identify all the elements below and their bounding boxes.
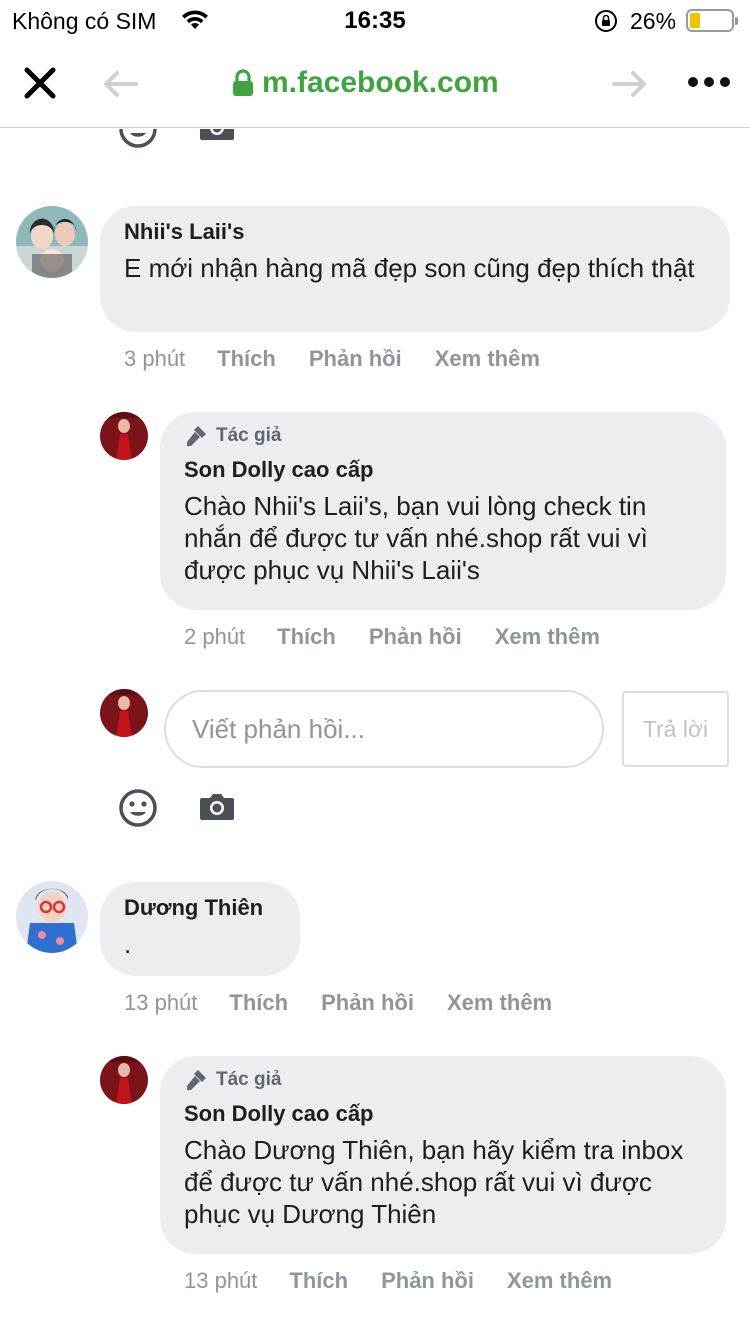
reply-text: Chào Dương Thiên, bạn hãy kiểm tra inbox… bbox=[184, 1135, 684, 1229]
camera-icon[interactable] bbox=[198, 129, 236, 142]
comment-time[interactable]: 13 phút bbox=[124, 990, 197, 1016]
forward-arrow-icon[interactable] bbox=[612, 70, 648, 98]
reply-author[interactable]: Son Dolly cao cấp bbox=[184, 456, 702, 484]
back-arrow-icon[interactable] bbox=[102, 70, 138, 98]
address-bar[interactable]: m.facebook.com bbox=[232, 66, 499, 100]
comment-bubble: Nhii's Laii's E mới nhận hàng mã đẹp son… bbox=[100, 206, 730, 332]
comment-actions: 3 phút Thích Phản hồi Xem thêm bbox=[124, 346, 573, 372]
lock-icon bbox=[233, 69, 253, 96]
like-button[interactable]: Thích bbox=[277, 624, 336, 650]
author-reply-bubble: Tác giả Son Dolly cao cấp Chào Dương Thi… bbox=[160, 1056, 726, 1254]
orientation-lock-icon bbox=[595, 10, 617, 32]
comment-author[interactable]: Nhii's Laii's bbox=[124, 218, 706, 246]
author-avatar[interactable] bbox=[100, 1056, 148, 1104]
reply-placeholder: Viết phản hồi... bbox=[192, 713, 365, 744]
comment-time[interactable]: 3 phút bbox=[124, 346, 185, 372]
more-icon[interactable] bbox=[688, 77, 730, 87]
reply-time[interactable]: 2 phút bbox=[184, 624, 245, 650]
submit-reply-button[interactable]: Trả lời bbox=[622, 691, 729, 767]
emoji-icon[interactable] bbox=[118, 788, 158, 828]
reply-button[interactable]: Phản hồi bbox=[309, 346, 402, 372]
like-button[interactable]: Thích bbox=[229, 990, 288, 1016]
battery-percent: 26% bbox=[630, 8, 677, 34]
microphone-icon bbox=[187, 426, 206, 446]
current-user-avatar bbox=[100, 689, 148, 737]
reply-input[interactable]: Viết phản hồi... bbox=[164, 690, 604, 768]
emoji-icon[interactable] bbox=[118, 129, 158, 149]
author-reply-bubble: Tác giả Son Dolly cao cấp Chào Nhii's La… bbox=[160, 412, 726, 610]
reply-actions: 2 phút Thích Phản hồi Xem thêm bbox=[184, 624, 633, 650]
see-more-button[interactable]: Xem thêm bbox=[435, 346, 540, 372]
reply-author[interactable]: Son Dolly cao cấp bbox=[184, 1100, 702, 1128]
reply-time[interactable]: 13 phút bbox=[184, 1268, 257, 1294]
author-badge: Tác giả bbox=[184, 424, 702, 448]
comment-text: E mới nhận hàng mã đẹp son cũng đẹp thíc… bbox=[124, 253, 695, 283]
author-badge: Tác giả bbox=[184, 1068, 702, 1092]
comment-author[interactable]: Dương Thiên bbox=[124, 894, 276, 922]
like-button[interactable]: Thích bbox=[217, 346, 276, 372]
reply-button[interactable]: Phản hồi bbox=[369, 624, 462, 650]
see-more-button[interactable]: Xem thêm bbox=[507, 1268, 612, 1294]
see-more-button[interactable]: Xem thêm bbox=[495, 624, 600, 650]
composer-tools-row bbox=[118, 788, 236, 828]
comment-tools-row bbox=[118, 129, 236, 149]
comment-actions: 13 phút Thích Phản hồi Xem thêm bbox=[124, 990, 585, 1016]
microphone-icon bbox=[187, 1070, 206, 1090]
status-bar: Không có SIM 16:35 26% bbox=[0, 0, 750, 40]
url-text: m.facebook.com bbox=[262, 66, 499, 99]
reply-button[interactable]: Phản hồi bbox=[381, 1268, 474, 1294]
author-avatar[interactable] bbox=[100, 412, 148, 460]
comment-bubble: Dương Thiên . bbox=[100, 882, 300, 976]
reply-text: Chào Nhii's Laii's, bạn vui lòng check t… bbox=[184, 491, 648, 585]
comment-text: . bbox=[124, 929, 132, 959]
reply-actions: 13 phút Thích Phản hồi Xem thêm bbox=[184, 1268, 645, 1294]
battery-icon bbox=[686, 9, 738, 32]
see-more-button[interactable]: Xem thêm bbox=[447, 990, 552, 1016]
avatar[interactable] bbox=[16, 881, 88, 953]
reply-button[interactable]: Phản hồi bbox=[321, 990, 414, 1016]
camera-icon[interactable] bbox=[198, 790, 236, 822]
close-icon[interactable] bbox=[22, 65, 58, 101]
comments-thread: Nhii's Laii's E mới nhận hàng mã đẹp son… bbox=[0, 129, 750, 1334]
browser-toolbar: m.facebook.com bbox=[0, 40, 750, 128]
avatar[interactable] bbox=[16, 206, 88, 278]
battery-fill bbox=[690, 13, 701, 28]
like-button[interactable]: Thích bbox=[289, 1268, 348, 1294]
